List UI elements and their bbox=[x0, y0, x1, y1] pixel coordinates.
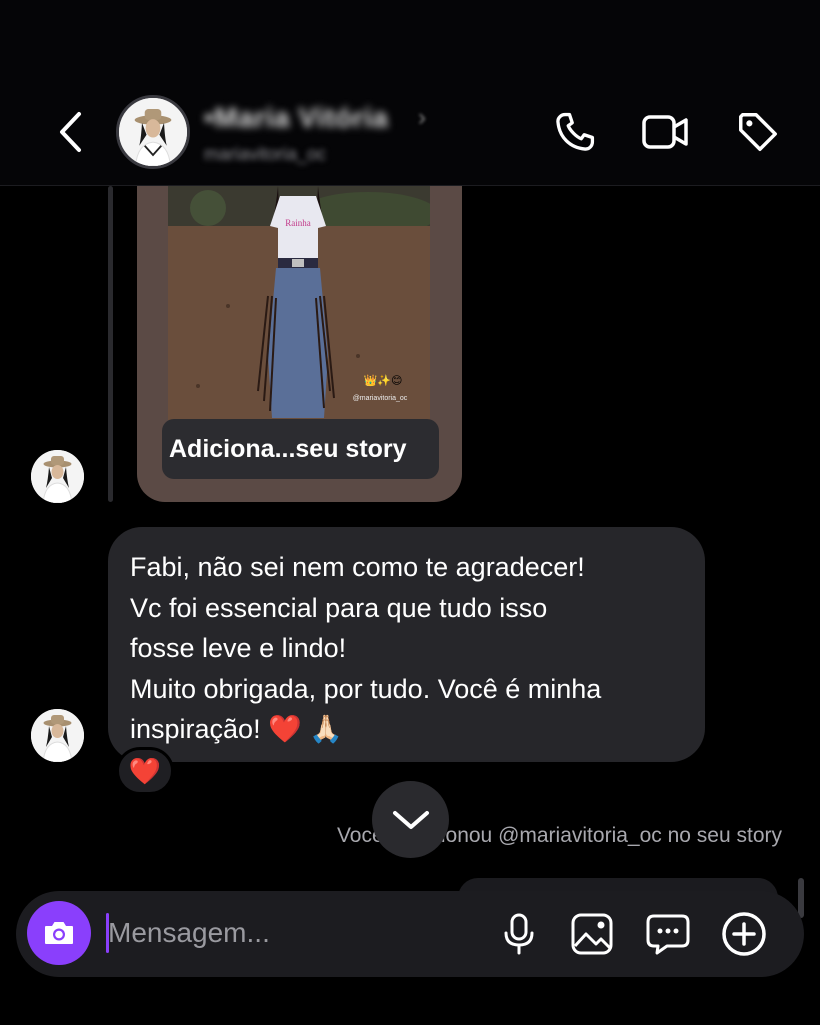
story-thread-line bbox=[108, 186, 113, 502]
svg-text:Rainha: Rainha bbox=[285, 218, 311, 228]
message-reaction[interactable]: ❤️ bbox=[116, 747, 174, 795]
voice-message-button[interactable] bbox=[494, 909, 544, 959]
call-button[interactable] bbox=[551, 108, 599, 156]
message-input[interactable] bbox=[108, 907, 488, 959]
scrollbar[interactable] bbox=[798, 878, 804, 918]
scroll-to-bottom-button[interactable] bbox=[372, 781, 449, 858]
image-icon bbox=[571, 913, 613, 955]
sticker-button[interactable] bbox=[643, 909, 693, 959]
add-button[interactable] bbox=[719, 909, 769, 959]
contact-chevron[interactable]: › bbox=[418, 104, 426, 132]
message-bubble[interactable]: Fabi, não sei nem como te agradecer! Vc … bbox=[108, 527, 705, 762]
tag-icon bbox=[739, 113, 777, 151]
video-call-button[interactable] bbox=[641, 108, 689, 156]
contact-username[interactable]: mariavitoria_oc bbox=[204, 144, 326, 165]
contact-avatar[interactable] bbox=[116, 95, 190, 169]
chat-header: •Maria Vitória › mariavitoria_oc bbox=[0, 0, 820, 186]
heart-emoji: ❤️ bbox=[268, 714, 302, 744]
plus-circle-icon bbox=[722, 912, 766, 956]
chat-bubble-icon bbox=[646, 914, 690, 955]
story-image[interactable]: Rainha 👑✨😊 @mariavitoria_oc bbox=[168, 186, 430, 420]
message-text: Fabi, não sei nem como te agradecer! Vc … bbox=[130, 547, 683, 750]
gallery-button[interactable] bbox=[567, 909, 617, 959]
praying-hands-emoji: 🙏🏻 bbox=[309, 714, 343, 744]
chevron-down-icon bbox=[392, 810, 429, 829]
message-body: Fabi, não sei nem como te agradecer! Vc … bbox=[130, 552, 602, 744]
sender-avatar[interactable] bbox=[31, 450, 84, 503]
story-reply-card[interactable]: Rainha 👑✨😊 @mariavitoria_oc Adiciona...s… bbox=[137, 186, 462, 502]
chevron-left-icon bbox=[60, 112, 81, 152]
camera-icon bbox=[45, 922, 73, 944]
tag-button[interactable] bbox=[734, 108, 782, 156]
back-button[interactable] bbox=[52, 110, 88, 154]
story-caption[interactable]: Adiciona...seu story bbox=[162, 419, 439, 479]
camera-button[interactable] bbox=[27, 901, 91, 965]
phone-icon bbox=[556, 112, 595, 151]
story-handle: @mariavitoria_oc bbox=[353, 395, 408, 402]
message-composer bbox=[16, 891, 804, 977]
contact-name[interactable]: •Maria Vitória bbox=[204, 102, 388, 134]
microphone-icon bbox=[504, 913, 534, 955]
sender-avatar[interactable] bbox=[31, 709, 84, 762]
video-camera-icon bbox=[642, 115, 688, 149]
svg-text:👑✨😊: 👑✨😊 bbox=[364, 374, 403, 387]
